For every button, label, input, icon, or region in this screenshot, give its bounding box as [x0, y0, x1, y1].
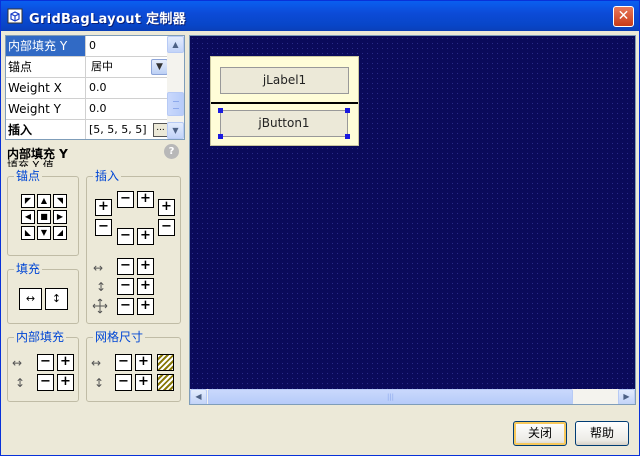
anchor-se-icon[interactable]: ◢: [53, 226, 67, 240]
vertical-arrow-icon: ↕: [94, 376, 105, 390]
hscroll-thumb[interactable]: |||: [208, 389, 573, 404]
window-title: GridBagLayout 定制器: [29, 12, 186, 27]
property-name: 插入: [6, 120, 86, 139]
selection-handle[interactable]: [345, 134, 350, 139]
horizontal-arrow-icon: ↔: [93, 261, 104, 275]
inset-top-plus-button[interactable]: +: [137, 191, 154, 208]
inset-left-minus-button[interactable]: −: [95, 219, 112, 236]
property-row-ipady[interactable]: 内部填充 Y 0: [6, 36, 169, 57]
ipady-minus-button[interactable]: −: [37, 374, 54, 391]
inset-right-plus-button[interactable]: +: [158, 199, 175, 216]
inset-left-plus-button[interactable]: +: [95, 199, 112, 216]
horizontal-arrow-icon: ↔: [12, 356, 23, 370]
gridsize-group-label: 网格尺寸: [93, 330, 146, 344]
ipad-group-label: 内部填充: [14, 330, 67, 344]
layout-panel[interactable]: jLabel1 jButton1: [210, 56, 359, 146]
customizer-window: GridBagLayout 定制器 ✕ 内部填充 Y 0 锚点 居中 ▼ Wei…: [0, 0, 640, 456]
insets-value[interactable]: [5, 5, 5, 5] ...: [86, 120, 169, 139]
scroll-thumb[interactable]: [167, 92, 184, 116]
app-cube-icon: [7, 8, 23, 24]
fill-horizontal-button[interactable]: ↔: [19, 288, 42, 310]
anchor-ne-icon[interactable]: ◥: [53, 194, 67, 208]
layout-canvas[interactable]: jLabel1 jButton1 ◀ ||| ▶: [189, 35, 636, 405]
inset-v-plus-button[interactable]: +: [137, 278, 154, 295]
title-bar[interactable]: GridBagLayout 定制器 ✕: [1, 1, 639, 31]
anchor-group-label: 锚点: [14, 169, 43, 183]
inset-h-minus-button[interactable]: −: [117, 258, 134, 275]
insets-group: 插入 − + + + − − − + ↔ − + ↕ − + − +: [86, 169, 181, 324]
anchor-nw-icon[interactable]: ◤: [21, 194, 35, 208]
fill-group: 填充 ↔ ↕: [7, 262, 79, 324]
horizontal-arrow-icon: ↔: [91, 356, 102, 370]
inset-all-minus-button[interactable]: −: [117, 298, 134, 315]
gridwidth-plus-button[interactable]: +: [135, 354, 152, 371]
window-close-button[interactable]: ✕: [613, 6, 634, 27]
ipad-group: 内部填充 ↔ − + ↕ − +: [7, 330, 79, 402]
gridwidth-minus-button[interactable]: −: [115, 354, 132, 371]
property-name: 内部填充 Y: [6, 36, 86, 56]
selection-handle[interactable]: [218, 108, 223, 113]
scroll-up-icon[interactable]: ▲: [167, 36, 184, 53]
jbutton-component[interactable]: jButton1: [220, 110, 348, 137]
property-row-weighty[interactable]: Weight Y 0.0: [6, 99, 169, 120]
inset-all-plus-button[interactable]: +: [137, 298, 154, 315]
property-name: 锚点: [6, 57, 86, 77]
vertical-arrow-icon: ↕: [96, 280, 107, 294]
anchor-e-icon[interactable]: ▶: [53, 210, 67, 224]
jlabel-component[interactable]: jLabel1: [220, 67, 349, 94]
insets-group-label: 插入: [93, 169, 122, 183]
property-table: 内部填充 Y 0 锚点 居中 ▼ Weight X 0.0 Weight Y 0…: [5, 35, 185, 140]
fill-vertical-button[interactable]: ↕: [45, 288, 68, 310]
fill-group-label: 填充: [14, 262, 43, 276]
scroll-down-icon[interactable]: ▼: [167, 122, 184, 139]
property-value-input[interactable]: 0.0: [86, 78, 169, 98]
anchor-sw-icon[interactable]: ◣: [21, 226, 35, 240]
selection-handle[interactable]: [345, 108, 350, 113]
property-name: Weight X: [6, 78, 86, 98]
anchor-group: 锚点 ◤ ▲ ◥ ◀ ■ ▶ ◣ ▼ ◢: [7, 169, 79, 256]
inset-top-minus-button[interactable]: −: [117, 191, 134, 208]
chevron-down-icon[interactable]: ▼: [151, 59, 168, 75]
selection-handle[interactable]: [218, 134, 223, 139]
help-icon[interactable]: ?: [164, 144, 179, 159]
gridheight-plus-button[interactable]: +: [135, 374, 152, 391]
move-all-icon: [92, 298, 108, 314]
property-row-anchor[interactable]: 锚点 居中 ▼: [6, 57, 169, 78]
inset-bottom-plus-button[interactable]: +: [137, 228, 154, 245]
grid-divider: [211, 102, 358, 104]
inset-right-minus-button[interactable]: −: [158, 219, 175, 236]
ipadx-plus-button[interactable]: +: [57, 354, 74, 371]
scroll-right-icon[interactable]: ▶: [618, 389, 635, 404]
inset-h-plus-button[interactable]: +: [137, 258, 154, 275]
help-button[interactable]: 帮助: [575, 421, 629, 446]
anchor-combo-value: 居中: [91, 60, 113, 73]
anchor-n-icon[interactable]: ▲: [37, 194, 51, 208]
inset-v-minus-button[interactable]: −: [117, 278, 134, 295]
scroll-left-icon[interactable]: ◀: [190, 389, 207, 404]
gridheight-remainder-icon[interactable]: [157, 374, 174, 391]
property-scrollbar[interactable]: ▲ ▼: [167, 36, 184, 139]
canvas-hscrollbar[interactable]: ◀ ||| ▶: [190, 389, 635, 404]
anchor-w-icon[interactable]: ◀: [21, 210, 35, 224]
inset-bottom-minus-button[interactable]: −: [117, 228, 134, 245]
anchor-s-icon[interactable]: ▼: [37, 226, 51, 240]
gridheight-minus-button[interactable]: −: [115, 374, 132, 391]
gridsize-group: 网格尺寸 ↔ − + ↕ − +: [86, 330, 181, 402]
ellipsis-button[interactable]: ...: [153, 123, 168, 137]
anchor-combo[interactable]: 居中 ▼: [86, 57, 169, 77]
vertical-arrow-icon: ↕: [15, 376, 26, 390]
gridwidth-remainder-icon[interactable]: [157, 354, 174, 371]
property-name: Weight Y: [6, 99, 86, 119]
description-subtitle: 填充 Y 值: [7, 159, 54, 167]
ipadx-minus-button[interactable]: −: [37, 354, 54, 371]
property-value-input[interactable]: 0: [86, 36, 169, 56]
ipady-plus-button[interactable]: +: [57, 374, 74, 391]
property-row-insets[interactable]: 插入 [5, 5, 5, 5] ...: [6, 120, 169, 139]
anchor-center-icon[interactable]: ■: [37, 210, 51, 224]
property-row-weightx[interactable]: Weight X 0.0: [6, 78, 169, 99]
property-value-input[interactable]: 0.0: [86, 99, 169, 119]
insets-value-text: [5, 5, 5, 5]: [89, 123, 147, 136]
close-button[interactable]: 关闭: [513, 421, 567, 446]
